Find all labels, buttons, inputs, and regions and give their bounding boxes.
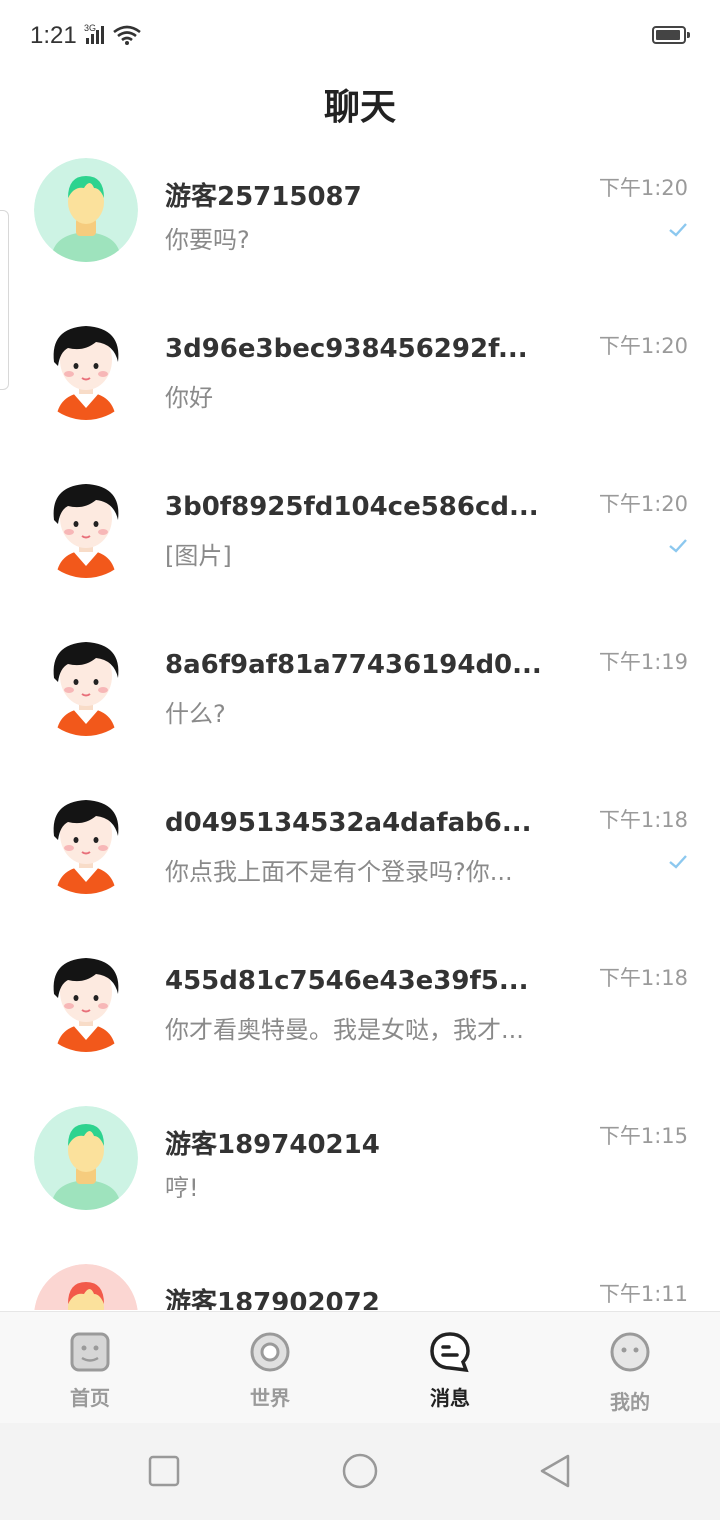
- recent-apps-button[interactable]: [146, 1453, 182, 1489]
- tab-world-label: 世界: [250, 1386, 290, 1410]
- girl-avatar[interactable]: [34, 790, 138, 894]
- chat-name: 游客187902072: [165, 1288, 380, 1310]
- tab-messages[interactable]: 消息: [360, 1312, 540, 1424]
- chat-name: 游客25715087: [165, 182, 362, 212]
- status-bar: 1:21 3G: [0, 0, 720, 70]
- tab-profile-label: 我的: [610, 1390, 650, 1414]
- chat-time: 下午1:20: [598, 176, 688, 200]
- read-check-icon: [669, 223, 687, 237]
- chat-preview: 什么?: [165, 700, 226, 728]
- girl-avatar[interactable]: [34, 474, 138, 578]
- system-nav-bar: [0, 1423, 720, 1520]
- tab-home-label: 首页: [70, 1386, 110, 1410]
- chat-time: 下午1:18: [598, 966, 688, 990]
- chat-preview: 你要吗?: [165, 226, 250, 254]
- chat-time: 下午1:20: [598, 334, 688, 358]
- chat-preview: [图片]: [165, 542, 232, 570]
- read-check-icon: [669, 855, 687, 869]
- girl-avatar[interactable]: [34, 948, 138, 1052]
- status-time: 1:21: [30, 22, 77, 49]
- world-ring-icon: [250, 1332, 290, 1372]
- chat-name: 3d96e3bec938456292f...: [165, 334, 528, 364]
- chat-name: 455d81c7546e43e39f5...: [165, 966, 529, 996]
- tab-messages-label: 消息: [430, 1386, 470, 1410]
- chat-list-item[interactable]: 3d96e3bec938456292f... 你好 下午1:20: [0, 308, 720, 466]
- chat-time: 下午1:15: [598, 1124, 688, 1148]
- tab-profile[interactable]: 我的: [540, 1312, 720, 1424]
- chat-list[interactable]: 游客25715087 你要吗? 下午1:20 3d96e3bec938456292f.…: [0, 150, 720, 1310]
- chat-list-item[interactable]: 游客25715087 你要吗? 下午1:20: [0, 150, 720, 308]
- chat-list-item[interactable]: 游客189740214 哼! 下午1:15: [0, 1098, 720, 1256]
- chat-preview: 你点我上面不是有个登录吗?你...: [165, 858, 513, 886]
- home-face-icon: [70, 1332, 110, 1372]
- chat-preview: 你才看奥特曼。我是女哒，我才...: [165, 1016, 524, 1044]
- battery-icon: [652, 26, 690, 44]
- chat-list-item[interactable]: 3b0f8925fd104ce586cd... [图片] 下午1:20: [0, 466, 720, 624]
- chat-time: 下午1:19: [598, 650, 688, 674]
- chat-preview: 你好: [165, 384, 213, 412]
- chat-list-item[interactable]: d0495134532a4dafab6... 你点我上面不是有个登录吗?你... 下…: [0, 782, 720, 940]
- read-check-icon: [669, 539, 687, 553]
- chat-list-item[interactable]: 455d81c7546e43e39f5... 你才看奥特曼。我是女哒，我才... 下…: [0, 940, 720, 1098]
- chat-name: d0495134532a4dafab6...: [165, 808, 532, 838]
- chat-name: 3b0f8925fd104ce586cd...: [165, 492, 539, 522]
- guest-red-avatar[interactable]: [34, 1264, 138, 1310]
- guest-green-avatar[interactable]: [34, 158, 138, 262]
- tab-home[interactable]: 首页: [0, 1312, 180, 1424]
- bottom-tab-bar: 首页 世界 消息 我的: [0, 1311, 720, 1423]
- network-type-label: 3G: [84, 23, 96, 33]
- chat-name: 游客189740214: [165, 1130, 380, 1160]
- chat-list-item[interactable]: 8a6f9af81a77436194d0... 什么? 下午1:19: [0, 624, 720, 782]
- back-button[interactable]: [538, 1453, 574, 1489]
- page-title: 聊天: [323, 87, 396, 128]
- guest-green-avatar[interactable]: [34, 1106, 138, 1210]
- chat-time: 下午1:18: [598, 808, 688, 832]
- chat-list-item[interactable]: 游客187902072 下午1:11: [0, 1256, 720, 1310]
- chat-name: 8a6f9af81a77436194d0...: [165, 650, 542, 680]
- tab-world[interactable]: 世界: [180, 1312, 360, 1424]
- profile-face-icon: [610, 1332, 650, 1372]
- chat-time: 下午1:20: [598, 492, 688, 516]
- girl-avatar[interactable]: [34, 316, 138, 420]
- home-button[interactable]: [342, 1453, 378, 1489]
- girl-avatar[interactable]: [34, 632, 138, 736]
- message-bubble-icon: [430, 1332, 470, 1373]
- chat-preview: 哼!: [165, 1174, 199, 1202]
- chat-time: 下午1:11: [598, 1282, 688, 1306]
- signal-wifi-icon: 3G: [84, 23, 141, 45]
